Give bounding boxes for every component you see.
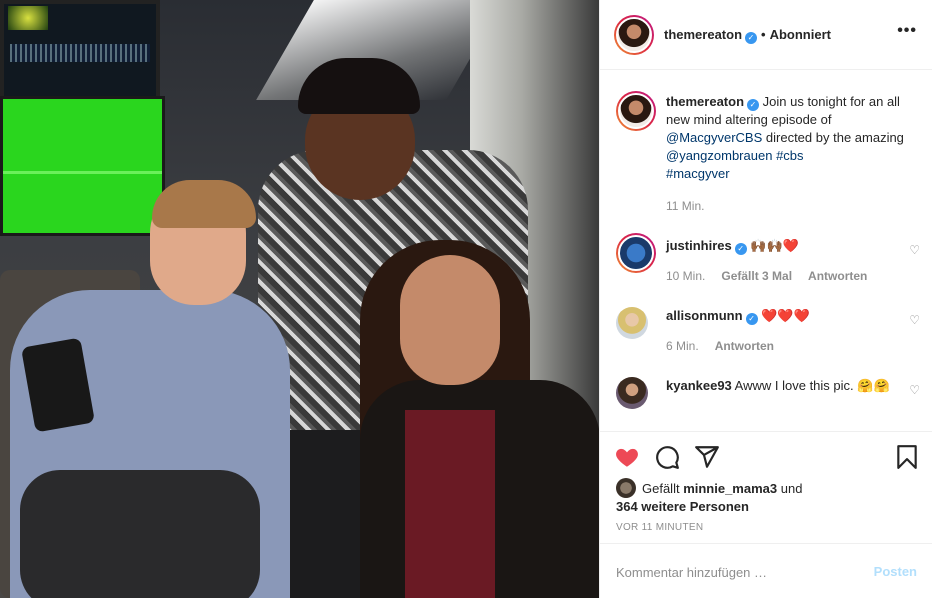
likes-others[interactable]: 364 weitere Personen [616, 499, 749, 514]
caption-item: themereaton ✓ Join us tonight for an all … [616, 91, 916, 213]
person-left-hair [152, 180, 256, 228]
post-sidebar: themereaton ✓ • Abonniert ••• themereaton ✓ … [599, 0, 932, 598]
likes-summary: Gefällt minnie_mama3 und 364 weitere Pers… [616, 478, 916, 516]
caption-text: themereaton ✓ Join us tonight for an all … [666, 93, 906, 183]
liker-avatar[interactable] [616, 478, 636, 498]
comment-body: 🙌🏾🙌🏾❤️ [750, 238, 799, 253]
comment-avatar[interactable] [616, 233, 656, 273]
comment-time[interactable]: 6 Min. [666, 339, 699, 353]
verified-icon: ✓ [734, 243, 747, 255]
more-options-icon[interactable]: ••• [897, 22, 917, 40]
verified-icon: ✓ [745, 313, 758, 325]
comment-username[interactable]: allisonmunn [666, 308, 743, 323]
share-icon[interactable] [694, 444, 720, 470]
caption-time[interactable]: 11 Min. [666, 199, 704, 213]
comment-body: Awww I love this pic. 🤗🤗 [731, 378, 890, 393]
comment-meta: 10 Min. Gefällt 3 Mal Antworten [666, 269, 867, 283]
comment-input[interactable] [616, 562, 856, 582]
caption-avatar-image [618, 93, 654, 129]
small-heart-icon[interactable]: ♡ [909, 243, 920, 257]
bookmark-icon[interactable] [894, 444, 920, 470]
author-avatar[interactable] [614, 15, 654, 55]
hashtag-macgyver[interactable]: #macgyver [666, 166, 730, 181]
comment-item: justinhires ✓ 🙌🏾🙌🏾❤️ 10 Min. Gefällt 3 Mal… [616, 233, 920, 293]
separator-dot: • [761, 27, 766, 42]
comment-composer: Posten [600, 543, 932, 598]
person-right-blouse [405, 410, 495, 598]
comment-body: ❤️❤️❤️ [761, 308, 810, 323]
caption-username[interactable]: themereaton [666, 94, 744, 109]
comment-item: allisonmunn ✓ ❤️❤️❤️ 6 Min. Antworten ♡ [616, 307, 920, 357]
comment-icon[interactable] [654, 444, 680, 470]
verified-icon: ✓ [745, 32, 758, 44]
author-username[interactable]: themereaton [664, 27, 742, 42]
small-heart-icon[interactable]: ♡ [909, 313, 920, 327]
person-left-pants [20, 470, 260, 598]
comment-avatar[interactable] [616, 307, 648, 339]
green-monitor-line [3, 171, 162, 174]
comment-text: allisonmunn ✓ ❤️❤️❤️ [666, 307, 906, 325]
small-heart-icon[interactable]: ♡ [909, 383, 920, 397]
comment-item: kyankee93 Awww I love this pic. 🤗🤗 ♡ [616, 375, 920, 425]
hashtag-cbs[interactable]: #cbs [776, 148, 803, 163]
post-timestamp[interactable]: VOR 11 MINUTEN [616, 522, 703, 533]
comment-time[interactable]: 10 Min. [666, 269, 705, 283]
monitor-image [8, 6, 48, 30]
reply-button[interactable]: Antworten [808, 269, 867, 283]
reply-button[interactable]: Antworten [715, 339, 774, 353]
follow-status-button[interactable]: Abonniert [770, 27, 831, 42]
comment-meta: 6 Min. Antworten [666, 339, 774, 353]
caption-body-2: directed by the amazing [762, 130, 904, 145]
comment-avatar[interactable] [616, 377, 648, 409]
action-bar: Gefällt minnie_mama3 und 364 weitere Pers… [600, 431, 932, 543]
comment-avatar-image [618, 235, 654, 271]
post-button[interactable]: Posten [874, 564, 917, 579]
author-line: themereaton ✓ • Abonniert [664, 27, 831, 44]
post-photo[interactable] [0, 0, 599, 598]
post-header: themereaton ✓ • Abonniert ••• [600, 0, 932, 70]
verified-icon: ✓ [747, 99, 760, 111]
comment-username[interactable]: justinhires [666, 238, 732, 253]
green-monitor [0, 96, 165, 236]
likes-prefix: Gefällt [642, 481, 684, 496]
comment-likes[interactable]: Gefällt 3 Mal [721, 269, 792, 283]
monitor-waveform [10, 44, 150, 62]
liker-username[interactable]: minnie_mama3 [683, 481, 777, 496]
mention-yangzombrauen[interactable]: @yangzombrauen [666, 148, 772, 163]
comment-username[interactable]: kyankee93 [666, 378, 732, 393]
mention-macgyvercbs[interactable]: @MacgyverCBS [666, 130, 762, 145]
author-avatar-image [616, 17, 652, 53]
comment-text: justinhires ✓ 🙌🏾🙌🏾❤️ [666, 237, 906, 255]
person-right-head [400, 255, 500, 385]
likes-mid: und [777, 481, 803, 496]
monitor-screen [0, 0, 160, 100]
heart-icon[interactable] [614, 444, 640, 470]
comment-text: kyankee93 Awww I love this pic. 🤗🤗 [666, 377, 906, 395]
comments-list[interactable]: themereaton ✓ Join us tonight for an all … [600, 71, 932, 431]
caption-avatar[interactable] [616, 91, 656, 131]
